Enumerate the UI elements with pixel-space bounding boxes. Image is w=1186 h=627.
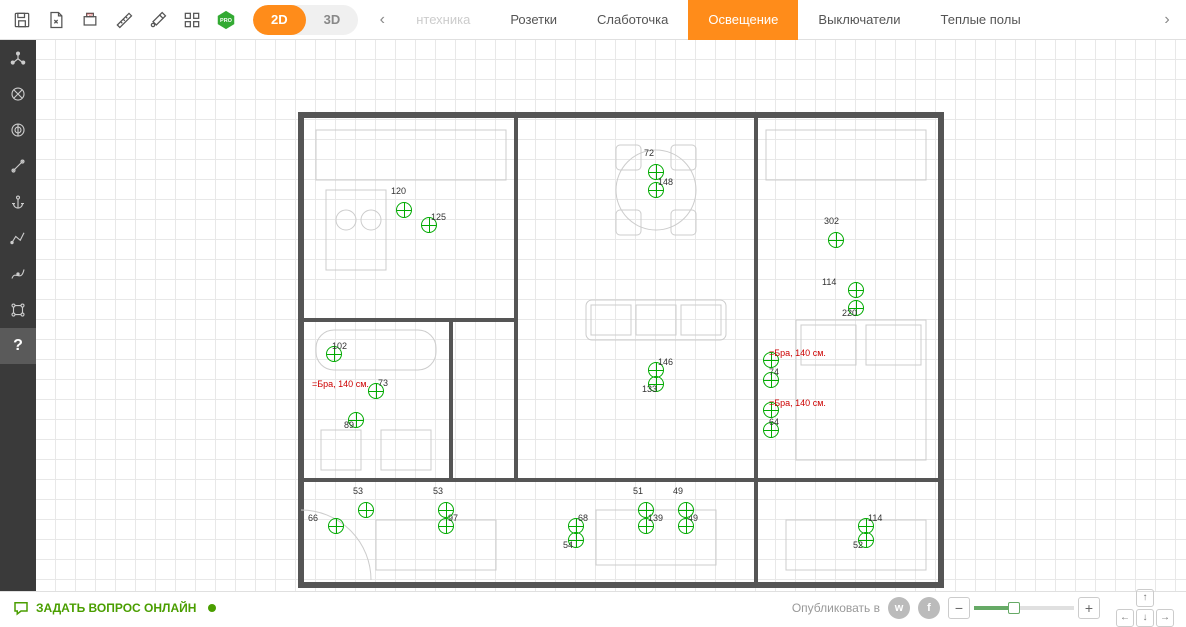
- floorplan-canvas[interactable]: 12012573=Бра, 140 см.1028953669753685472…: [36, 40, 1186, 591]
- tab-5[interactable]: Теплые полы: [921, 0, 1041, 40]
- tools-icon[interactable]: [141, 3, 175, 37]
- left-sidebar: ?: [0, 40, 36, 591]
- light-marker-10[interactable]: 54: [568, 532, 584, 548]
- svg-text:PRO: PRO: [220, 17, 233, 23]
- light-marker-14[interactable]: 133: [648, 376, 664, 392]
- zoom-slider[interactable]: [974, 606, 1074, 610]
- zoom-controls: − +: [948, 597, 1100, 619]
- light-marker-16[interactable]: 51: [638, 502, 654, 518]
- light-marker-18[interactable]: 49: [678, 502, 694, 518]
- light-marker-17[interactable]: 49: [678, 518, 694, 534]
- light-marker-4[interactable]: 89: [348, 412, 364, 428]
- branch-tool[interactable]: [0, 292, 36, 328]
- light-marker-21[interactable]: 220: [848, 300, 864, 316]
- save-icon[interactable]: [5, 3, 39, 37]
- bottom-bar: ЗАДАТЬ ВОПРОС ОНЛАЙН Опубликовать в w f …: [0, 591, 1186, 623]
- light-marker-19[interactable]: 114: [848, 282, 864, 298]
- ask-question-button[interactable]: ЗАДАТЬ ВОПРОС ОНЛАЙН: [12, 599, 216, 617]
- light-marker-24[interactable]: =Бра, 140 см.: [763, 402, 779, 418]
- new-page-icon[interactable]: [39, 3, 73, 37]
- pan-controls: ↑ ← ↓ →: [1116, 589, 1174, 627]
- view-3d-button[interactable]: 3D: [306, 5, 359, 35]
- anchor-tool[interactable]: [0, 184, 36, 220]
- zoom-in-button[interactable]: +: [1078, 597, 1100, 619]
- junction-tool[interactable]: [0, 40, 36, 76]
- view-toggle: 2D 3D: [253, 5, 358, 35]
- tab-3[interactable]: Освещение: [688, 0, 798, 40]
- svg-text:PDF: PDF: [87, 12, 94, 16]
- category-tabs: ‹ нтехникаРозеткиСлаботочкаОсвещениеВыкл…: [368, 0, 1181, 40]
- light-marker-12[interactable]: 148: [648, 182, 664, 198]
- tab-1[interactable]: Розетки: [490, 0, 577, 40]
- share-vk-button[interactable]: w: [888, 597, 910, 619]
- connector-tool[interactable]: [0, 148, 36, 184]
- help-button[interactable]: ?: [0, 328, 36, 364]
- light-marker-0[interactable]: 120: [396, 202, 412, 218]
- circle-tool[interactable]: [0, 76, 36, 112]
- top-toolbar: PDF PRO 2D 3D ‹ нтехникаРозеткиСлаботочк…: [0, 0, 1186, 40]
- zoom-out-button[interactable]: −: [948, 597, 970, 619]
- tab-0[interactable]: нтехника: [396, 0, 490, 40]
- online-indicator: [208, 604, 216, 612]
- light-marker-2[interactable]: 73=Бра, 140 см.: [368, 383, 384, 399]
- measure-icon[interactable]: [107, 3, 141, 37]
- light-marker-5[interactable]: 53: [358, 502, 374, 518]
- light-marker-6[interactable]: 66: [328, 518, 344, 534]
- light-marker-15[interactable]: 139: [638, 518, 654, 534]
- pro-badge[interactable]: PRO: [215, 9, 237, 31]
- tab-4[interactable]: Выключатели: [798, 0, 920, 40]
- spline-tool[interactable]: [0, 256, 36, 292]
- blocks-icon[interactable]: [175, 3, 209, 37]
- view-2d-button[interactable]: 2D: [253, 5, 306, 35]
- light-marker-22[interactable]: =Бра, 140 см.: [763, 352, 779, 368]
- share-fb-button[interactable]: f: [918, 597, 940, 619]
- tab-2[interactable]: Слаботочка: [577, 0, 688, 40]
- pan-right-button[interactable]: →: [1156, 609, 1174, 627]
- pan-left-button[interactable]: ←: [1116, 609, 1134, 627]
- light-marker-25[interactable]: 64: [763, 422, 779, 438]
- pan-down-button[interactable]: ↓: [1136, 609, 1154, 627]
- ask-label: ЗАДАТЬ ВОПРОС ОНЛАЙН: [36, 601, 196, 615]
- light-marker-20[interactable]: 302: [828, 232, 844, 248]
- tabs-prev[interactable]: ‹: [368, 11, 396, 29]
- polyline-tool[interactable]: [0, 220, 36, 256]
- floorplan: 12012573=Бра, 140 см.1028953669753685472…: [296, 90, 946, 590]
- light-marker-3[interactable]: 102: [326, 346, 342, 362]
- light-marker-23[interactable]: 74: [763, 372, 779, 388]
- light-marker-7[interactable]: 97: [438, 518, 454, 534]
- tabs-next[interactable]: ›: [1153, 11, 1181, 29]
- spiral-tool[interactable]: [0, 112, 36, 148]
- pan-up-button[interactable]: ↑: [1136, 589, 1154, 607]
- publish-label: Опубликовать в: [792, 601, 880, 615]
- light-marker-8[interactable]: 53: [438, 502, 454, 518]
- light-marker-27[interactable]: 52: [858, 532, 874, 548]
- light-marker-1[interactable]: 125: [421, 217, 437, 233]
- pdf-export-icon[interactable]: PDF: [73, 3, 107, 37]
